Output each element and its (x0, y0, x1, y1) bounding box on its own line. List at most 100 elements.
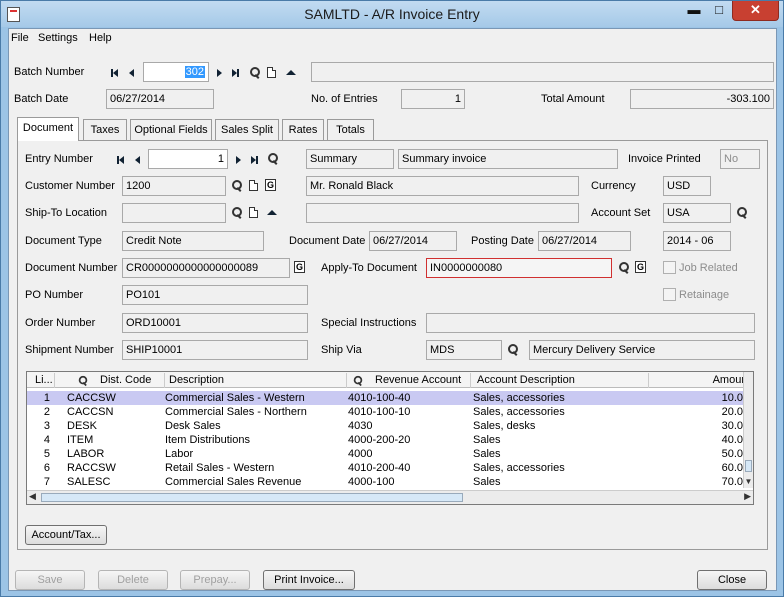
grid-cell-dist-code: CACCSW (67, 392, 116, 404)
posting-date-field[interactable]: 06/27/2014 (538, 231, 631, 251)
maximize-button[interactable]: □ (707, 1, 731, 21)
table-row[interactable]: 1 CACCSW Commercial Sales - Western 4010-10… (27, 391, 745, 405)
grid-cell-revenue-account: 4010-100-40 (348, 392, 411, 404)
entry-number-input[interactable]: 1 (148, 149, 228, 169)
shipment-number-field[interactable]: SHIP10001 (122, 340, 308, 360)
table-row[interactable]: 7 SALESC Commercial Sales Revenue 4000-100 S… (27, 475, 745, 489)
account-tax-button[interactable]: Account/Tax... (25, 525, 107, 545)
print-invoice-button[interactable]: Print Invoice... (263, 570, 355, 590)
scroll-right-icon[interactable]: ▶ (744, 491, 751, 502)
ship-to-new-icon[interactable] (249, 207, 258, 218)
first-batch-button[interactable] (109, 66, 121, 80)
apply-to-search-icon[interactable] (618, 262, 630, 274)
table-row[interactable]: 5 LABOR Labor 4000 Sales 50.0 (27, 447, 745, 461)
menu-file[interactable]: File (11, 32, 29, 44)
ship-via-field[interactable]: MDS (426, 340, 502, 360)
batch-number-label: Batch Number (14, 66, 85, 78)
previous-entry-button[interactable] (131, 153, 143, 167)
order-number-field[interactable]: ORD10001 (122, 313, 308, 333)
tab-taxes[interactable]: Taxes (83, 119, 127, 140)
ship-to-expand-icon[interactable] (267, 210, 277, 215)
customer-finder-icon[interactable]: G (265, 179, 276, 191)
collapse-up-icon[interactable] (286, 70, 296, 75)
ship-to-search-icon[interactable] (231, 207, 243, 219)
ship-to-field[interactable] (122, 203, 226, 223)
col-description-header[interactable]: Description (165, 373, 347, 388)
menu-settings[interactable]: Settings (38, 32, 78, 44)
customer-new-icon[interactable] (249, 180, 258, 191)
minimize-button[interactable]: ▬ (681, 1, 707, 21)
account-set-field[interactable]: USA (663, 203, 731, 223)
customer-search-icon[interactable] (231, 180, 243, 192)
window-close-button[interactable]: ✕ (732, 1, 779, 21)
entry-description-field[interactable]: Summary invoice (398, 149, 618, 169)
grid-horizontal-scrollbar[interactable]: ◀ ▶ (27, 490, 753, 504)
grid-cell-line: 3 (43, 420, 50, 432)
batch-description-field[interactable] (311, 62, 774, 82)
prepay-button[interactable]: Prepay... (180, 570, 250, 590)
menu-help[interactable]: Help (89, 32, 112, 44)
grid-cell-account-description: Sales (473, 448, 501, 460)
customer-name-field[interactable]: Mr. Ronald Black (306, 176, 579, 196)
currency-field: USD (663, 176, 711, 196)
col-account-description-header[interactable]: Account Description (471, 373, 649, 388)
new-document-icon[interactable] (267, 67, 276, 78)
customer-number-field[interactable]: 1200 (122, 176, 226, 196)
tab-document[interactable]: Document (17, 117, 79, 141)
po-number-field[interactable]: PO101 (122, 285, 308, 305)
batch-number-input[interactable]: 302 (143, 62, 209, 82)
table-row[interactable]: 3 DESK Desk Sales 4030 Sales, desks 30.0 (27, 419, 745, 433)
next-batch-button[interactable] (213, 66, 225, 80)
special-instructions-field[interactable] (426, 313, 755, 333)
entry-type-field[interactable]: Summary (306, 149, 394, 169)
tab-optional-fields[interactable]: Optional Fields (130, 119, 212, 140)
table-row[interactable]: 4 ITEM Item Distributions 4000-200-20 Sales 4… (27, 433, 745, 447)
distribution-grid[interactable]: Li... Dist. Code Description Revenue Acc… (26, 371, 754, 505)
document-type-field[interactable]: Credit Note (122, 231, 264, 251)
scroll-left-icon[interactable]: ◀ (29, 491, 36, 502)
col-line-header[interactable]: Li... (27, 373, 55, 388)
ship-via-search-icon[interactable] (507, 344, 519, 356)
document-finder-icon[interactable]: G (294, 261, 305, 273)
tab-totals[interactable]: Totals (327, 119, 374, 140)
fiscal-period-field[interactable]: 2014 - 06 (663, 231, 731, 251)
grid-cell-amount: 60.0 (721, 462, 743, 474)
retainage-checkbox[interactable] (663, 288, 676, 301)
col-dist-code-header[interactable]: Dist. Code (55, 373, 165, 388)
scroll-down-icon[interactable]: ▼ (744, 477, 753, 486)
delete-button[interactable]: Delete (98, 570, 168, 590)
horizontal-scroll-thumb[interactable] (41, 493, 463, 502)
ship-to-description-field[interactable] (306, 203, 579, 223)
search-icon[interactable] (249, 67, 261, 79)
grid-vertical-scrollbar[interactable]: ▼ (743, 372, 753, 488)
apply-to-finder-icon[interactable]: G (635, 261, 646, 273)
entry-search-icon[interactable] (267, 153, 279, 165)
last-entry-button[interactable] (248, 153, 260, 167)
last-batch-button[interactable] (229, 66, 241, 80)
apply-to-document-field[interactable]: IN0000000080 (426, 258, 612, 278)
title-bar: SAMLTD - A/R Invoice Entry ▬ □ ✕ (1, 1, 783, 27)
grid-cell-line: 2 (43, 406, 50, 418)
total-amount-field: -303.100 (630, 89, 774, 109)
col-revenue-account-header[interactable]: Revenue Account (347, 373, 471, 388)
account-set-search-icon[interactable] (736, 207, 748, 219)
tab-sales-split[interactable]: Sales Split (215, 119, 279, 140)
ship-via-description-field[interactable]: Mercury Delivery Service (529, 340, 755, 360)
col-amount-header[interactable]: Amour (649, 373, 745, 388)
next-entry-button[interactable] (232, 153, 244, 167)
document-number-field[interactable]: CR0000000000000000089 (122, 258, 290, 278)
table-row[interactable]: 6 RACCSW Retail Sales - Western 4010-200-40… (27, 461, 745, 475)
previous-batch-button[interactable] (125, 66, 137, 80)
grid-cell-dist-code: CACCSN (67, 406, 114, 418)
table-row[interactable]: 2 CACCSN Commercial Sales - Northern 4010-1… (27, 405, 745, 419)
close-button[interactable]: Close (697, 570, 767, 590)
job-related-checkbox[interactable] (663, 261, 676, 274)
customer-number-label: Customer Number (25, 180, 115, 192)
document-date-field[interactable]: 06/27/2014 (369, 231, 457, 251)
save-button[interactable]: Save (15, 570, 85, 590)
tab-rates[interactable]: Rates (282, 119, 324, 140)
total-amount-label: Total Amount (541, 93, 605, 105)
grid-cell-account-description: Sales, desks (473, 420, 536, 432)
first-entry-button[interactable] (115, 153, 127, 167)
vertical-scroll-thumb[interactable] (745, 460, 752, 472)
